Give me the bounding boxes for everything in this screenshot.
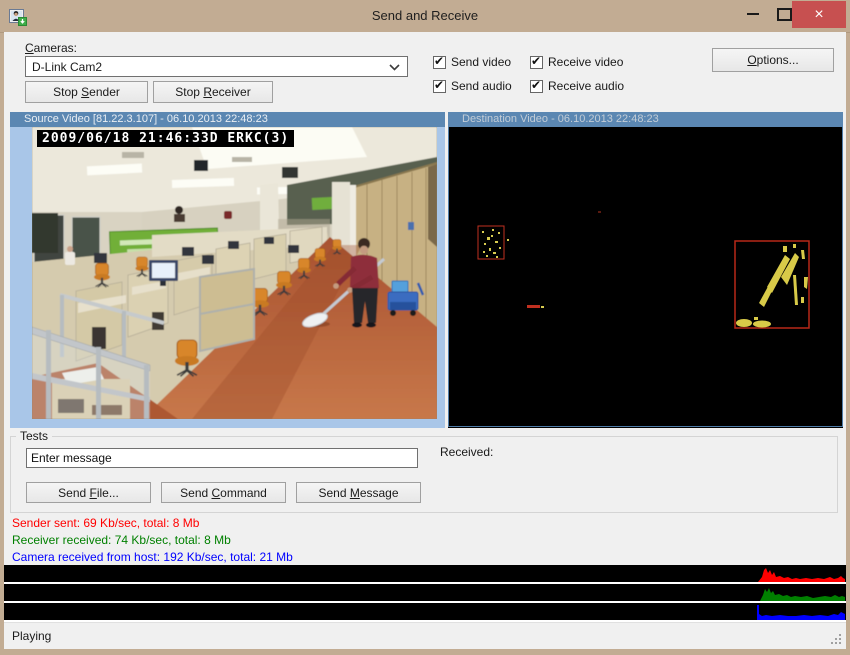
titlebar: Send and Receive × <box>0 0 850 33</box>
close-icon: × <box>814 6 823 24</box>
motion-box-small <box>478 226 504 259</box>
status-bar: Playing <box>4 622 846 649</box>
tests-group-label: Tests <box>16 429 52 443</box>
motion-detection-overlay <box>449 127 840 424</box>
camera-selected-value: D-Link Cam2 <box>32 60 102 74</box>
checkbox-box: ✔ <box>433 56 446 69</box>
camera-select[interactable]: D-Link Cam2 <box>25 56 408 77</box>
checkbox-box: ✔ <box>530 56 543 69</box>
sender-stat: Sender sent: 69 Kb/sec, total: 8 Mb <box>12 516 199 530</box>
status-text: Playing <box>12 629 51 643</box>
send-video-checkbox[interactable]: ✔ Send video <box>433 55 511 69</box>
window-title: Send and Receive <box>0 8 850 23</box>
chevron-down-icon <box>389 64 400 71</box>
send-command-label: Send Command <box>180 486 267 500</box>
destination-video-panel: Destination Video - 06.10.2013 22:48:23 <box>448 112 843 428</box>
options-button[interactable]: Options... <box>712 48 834 72</box>
minimize-icon <box>747 13 759 15</box>
sender-bandwidth-graph <box>4 565 846 584</box>
camera-timestamp-overlay: 2009/06/18 21:46:33D ERKC(3) <box>37 130 294 147</box>
checkbox-label: Send video <box>451 55 511 69</box>
receive-video-checkbox[interactable]: ✔ Receive video <box>530 55 623 69</box>
motion-streak <box>527 305 540 308</box>
camera-stat: Camera received from host: 192 Kb/sec, t… <box>12 550 293 564</box>
send-message-button[interactable]: Send Message <box>296 482 421 503</box>
checkbox-label: Receive audio <box>548 79 624 93</box>
receiver-graph-series <box>760 588 845 601</box>
camera-bandwidth-graph <box>4 603 846 622</box>
check-icon: ✔ <box>531 78 541 92</box>
close-button[interactable]: × <box>792 1 846 28</box>
motion-pixels-large <box>736 244 808 328</box>
receiver-bandwidth-graph <box>4 584 846 603</box>
checkbox-box: ✔ <box>433 80 446 93</box>
camera-graph-series <box>757 605 845 620</box>
received-label: Received: <box>440 445 493 459</box>
send-file-label: Send File... <box>58 486 119 500</box>
stop-receiver-button[interactable]: Stop Receiver <box>153 81 273 103</box>
source-video-panel: Source Video [81.22.3.107] - 06.10.2013 … <box>10 112 445 428</box>
stop-sender-label: Stop Sender <box>53 85 120 99</box>
resize-grip-icon[interactable] <box>839 642 841 644</box>
motion-pixels-small <box>482 229 509 258</box>
source-video-header: Source Video [81.22.3.107] - 06.10.2013 … <box>10 112 445 127</box>
maximize-icon <box>777 8 792 21</box>
minimize-button[interactable] <box>738 0 768 28</box>
options-label: Options... <box>747 53 798 67</box>
window-bottom-border <box>0 649 850 655</box>
destination-video-header: Destination Video - 06.10.2013 22:48:23 <box>448 112 843 127</box>
stop-receiver-label: Stop Receiver <box>175 85 250 99</box>
send-message-label: Send Message <box>318 486 398 500</box>
send-file-button[interactable]: Send File... <box>26 482 151 503</box>
send-command-button[interactable]: Send Command <box>161 482 286 503</box>
window-content: Cameras: D-Link Cam2 Stop Sender Stop Re… <box>4 32 846 649</box>
office-scene <box>32 127 437 419</box>
checkbox-label: Send audio <box>451 79 512 93</box>
message-input[interactable] <box>26 448 418 468</box>
destination-video-image <box>448 127 843 427</box>
check-icon: ✔ <box>434 54 444 68</box>
checkbox-label: Receive video <box>548 55 623 69</box>
check-icon: ✔ <box>531 54 541 68</box>
receiver-stat: Receiver received: 74 Kb/sec, total: 8 M… <box>12 533 231 547</box>
send-audio-checkbox[interactable]: ✔ Send audio <box>433 79 512 93</box>
check-icon: ✔ <box>434 78 444 92</box>
stop-sender-button[interactable]: Stop Sender <box>25 81 148 103</box>
source-video-image: 2009/06/18 21:46:33D ERKC(3) <box>32 127 437 419</box>
checkbox-box: ✔ <box>530 80 543 93</box>
receive-audio-checkbox[interactable]: ✔ Receive audio <box>530 79 624 93</box>
sender-graph-series <box>758 568 845 582</box>
cameras-label: Cameras: <box>25 41 77 55</box>
